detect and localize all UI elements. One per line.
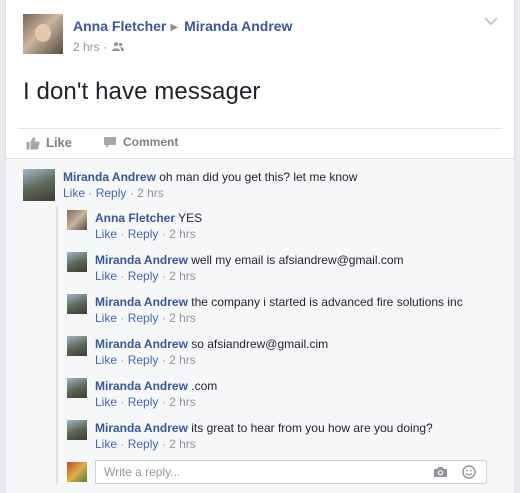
comment-author[interactable]: Miranda Andrew — [95, 379, 188, 393]
comment-label: Comment — [123, 135, 179, 149]
comment-like-link[interactable]: Like — [63, 186, 85, 200]
meta-separator: · — [120, 437, 125, 451]
comment-reply-link[interactable]: Reply — [128, 437, 159, 451]
post-meta: 2 hrs · — [73, 40, 125, 54]
comment-reply-link[interactable]: Reply — [128, 395, 159, 409]
speech-bubble-icon — [104, 136, 116, 148]
comment-meta: Like · Reply · 2 hrs — [95, 437, 196, 451]
comment-author[interactable]: Miranda Andrew — [95, 295, 188, 309]
comment-meta: Like · Reply · 2 hrs — [95, 227, 196, 241]
comment-author[interactable]: Miranda Andrew — [63, 170, 156, 184]
comment-like-link[interactable]: Like — [95, 395, 117, 409]
meta-separator: · — [120, 311, 125, 325]
comment-button[interactable]: Comment — [103, 135, 178, 149]
meta-separator: · — [120, 227, 125, 241]
meta-separator: · — [161, 395, 166, 409]
smiley-icon[interactable] — [462, 465, 476, 479]
comment-text: YES — [178, 211, 203, 225]
thumbs-up-icon — [26, 136, 40, 149]
comment-text: oh man did you get this? let me know — [159, 170, 358, 184]
comment-like-link[interactable]: Like — [95, 437, 117, 451]
comment-timestamp[interactable]: 2 hrs — [169, 395, 196, 409]
reply-input[interactable]: Write a reply... — [95, 460, 487, 484]
post-header: Anna Fletcher ▶ Miranda Andrew 2 hrs · — [18, 14, 502, 54]
meta-separator: · — [129, 186, 134, 200]
comment-timestamp[interactable]: 2 hrs — [137, 186, 164, 200]
avatar[interactable] — [67, 420, 87, 440]
avatar[interactable] — [67, 252, 87, 272]
like-button[interactable]: Like — [26, 135, 72, 150]
comments-section: Miranda Andrew oh man did you get this? … — [6, 158, 514, 493]
comment-meta: Like · Reply · 2 hrs — [95, 395, 196, 409]
comment-text: its great to hear from you how are you d… — [191, 421, 433, 435]
meta-separator: · — [161, 353, 166, 367]
meta-separator: · — [103, 40, 108, 54]
post-author-line: Anna Fletcher ▶ Miranda Andrew — [73, 18, 292, 34]
current-user-avatar — [67, 462, 87, 482]
meta-separator: · — [120, 353, 125, 367]
comment-text: so afsiandrew@gmail.cim — [191, 337, 329, 351]
reply-composer: Write a reply... — [67, 460, 487, 486]
meta-separator: · — [120, 395, 125, 409]
comment-reply-link[interactable]: Reply — [128, 311, 159, 325]
post-card: Anna Fletcher ▶ Miranda Andrew 2 hrs · I d… — [5, 0, 515, 493]
post-target-name[interactable]: Miranda Andrew — [184, 18, 292, 34]
comment-author[interactable]: Miranda Andrew — [95, 337, 188, 351]
comment-like-link[interactable]: Like — [95, 227, 117, 241]
comment-reply-link[interactable]: Reply — [128, 227, 159, 241]
comment-reply-link[interactable]: Reply — [128, 353, 159, 367]
reply-placeholder: Write a reply... — [104, 465, 181, 479]
meta-separator: · — [88, 186, 93, 200]
chevron-down-icon[interactable] — [484, 16, 498, 26]
avatar[interactable] — [67, 378, 87, 398]
camera-icon[interactable] — [433, 466, 448, 478]
comment-like-link[interactable]: Like — [95, 311, 117, 325]
comment-author[interactable]: Miranda Andrew — [95, 421, 188, 435]
comment-author[interactable]: Anna Fletcher — [95, 211, 175, 225]
meta-separator: · — [161, 227, 166, 241]
comment-meta: Like · Reply · 2 hrs — [95, 311, 196, 325]
meta-separator: · — [161, 437, 166, 451]
right-arrow-icon: ▶ — [170, 22, 179, 33]
comment-timestamp[interactable]: 2 hrs — [169, 311, 196, 325]
comment-timestamp[interactable]: 2 hrs — [169, 353, 196, 367]
post-timestamp[interactable]: 2 hrs — [73, 40, 100, 54]
comment-text: the company i started is advanced fire s… — [191, 295, 463, 309]
avatar[interactable] — [67, 210, 87, 230]
author-avatar[interactable] — [23, 14, 63, 54]
comment-reply-link[interactable]: Reply — [128, 269, 159, 283]
comment-like-link[interactable]: Like — [95, 353, 117, 367]
comment-meta: Like · Reply · 2 hrs — [95, 353, 196, 367]
post-text: I don't have messager — [23, 78, 261, 105]
meta-separator: · — [161, 311, 166, 325]
meta-separator: · — [120, 269, 125, 283]
comment-timestamp[interactable]: 2 hrs — [169, 227, 196, 241]
comment-like-link[interactable]: Like — [95, 269, 117, 283]
action-bar: Like Comment — [18, 128, 502, 158]
comment-meta: Like · Reply · 2 hrs — [63, 186, 164, 200]
comment-reply-link[interactable]: Reply — [96, 186, 127, 200]
avatar[interactable] — [67, 336, 87, 356]
comment-text: .com — [191, 379, 218, 393]
avatar[interactable] — [67, 294, 87, 314]
comment-timestamp[interactable]: 2 hrs — [169, 437, 196, 451]
meta-separator: · — [161, 269, 166, 283]
reply-thread-line — [56, 206, 58, 484]
avatar[interactable] — [23, 169, 55, 201]
post-author-name[interactable]: Anna Fletcher — [73, 18, 166, 34]
comment-timestamp[interactable]: 2 hrs — [169, 269, 196, 283]
comment-meta: Like · Reply · 2 hrs — [95, 269, 196, 283]
friends-icon[interactable] — [112, 42, 125, 52]
like-label: Like — [46, 135, 73, 150]
comment-author[interactable]: Miranda Andrew — [95, 253, 188, 267]
comment-text: well my email is afsiandrew@gmail.com — [191, 253, 404, 267]
